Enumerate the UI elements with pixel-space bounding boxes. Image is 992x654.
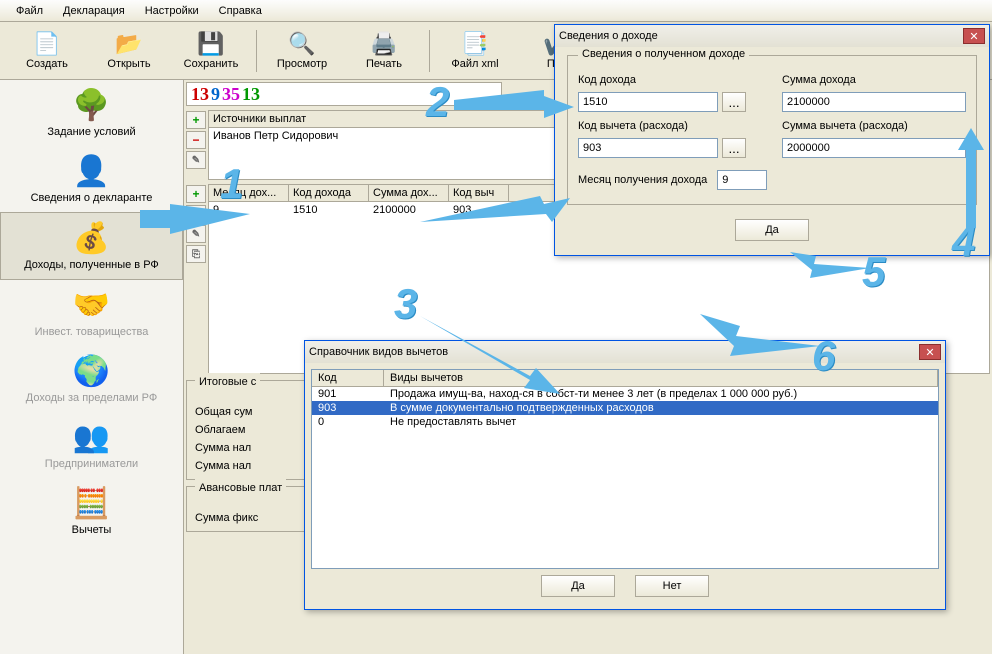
deduction-code-lookup-button[interactable]: ... xyxy=(722,138,746,158)
reference-ok-button[interactable]: Да xyxy=(541,575,615,597)
menu-help[interactable]: Справка xyxy=(209,3,272,19)
person-icon: 👤 xyxy=(73,154,110,188)
sidebar-item-income-rf[interactable]: 💰Доходы, полученные в РФ xyxy=(0,212,183,280)
annotation-6: 6 xyxy=(812,332,835,380)
advance-group: Авансовые плат Сумма фикс xyxy=(186,486,316,532)
xml-button[interactable]: 📑Файл xml xyxy=(434,24,516,78)
open-button[interactable]: 📂Открыть xyxy=(88,24,170,78)
close-icon[interactable]: ✕ xyxy=(963,28,985,44)
business-icon: 👥 xyxy=(73,420,110,454)
reference-row[interactable]: 0 Не предоставлять вычет xyxy=(312,415,938,429)
globe-money-icon: 🌍 xyxy=(73,354,110,388)
save-button[interactable]: 💾Сохранить xyxy=(170,24,252,78)
rate-13-tab[interactable]: 13 xyxy=(191,84,209,105)
add-source-button[interactable]: + xyxy=(186,111,206,129)
annotation-5: 5 xyxy=(862,248,885,296)
deduction-sum-input[interactable] xyxy=(782,138,966,158)
tree-icon: 🌳 xyxy=(73,88,110,122)
summary-line: Облагаем xyxy=(195,421,307,439)
income-fieldset: Сведения о полученном доходе Код дохода … xyxy=(567,55,977,205)
income-code-lookup-button[interactable]: ... xyxy=(722,92,746,112)
floppy-icon: 💾 xyxy=(197,32,225,56)
calculator-icon: 🧮 xyxy=(73,486,110,520)
income-dialog: Сведения о доходе ✕ Сведения о полученно… xyxy=(554,24,990,256)
sidebar: 🌳Задание условий 👤Сведения о декларанте … xyxy=(0,80,184,654)
month-input[interactable] xyxy=(717,170,767,190)
annotation-3: 3 xyxy=(394,280,417,328)
income-sum-input[interactable] xyxy=(782,92,966,112)
edit-income-button[interactable]: ✎ xyxy=(186,225,206,243)
sidebar-item-deductions[interactable]: 🧮Вычеты xyxy=(0,478,183,544)
folder-open-icon: 📂 xyxy=(115,32,143,56)
add-income-button[interactable]: + xyxy=(186,185,206,203)
reference-row-selected[interactable]: 903 В сумме документально подтвержденных… xyxy=(312,401,938,415)
reference-row[interactable]: 901 Продажа имущ-ва, наход-ся в собст-ти… xyxy=(312,387,938,401)
menu-settings[interactable]: Настройки xyxy=(135,3,209,19)
summary-title: Итоговые с xyxy=(195,373,260,391)
rate-13b-tab[interactable]: 13 xyxy=(242,84,260,105)
remove-income-button[interactable]: − xyxy=(186,205,206,223)
deduction-code-label: Код вычета (расхода) xyxy=(578,120,762,132)
income-dialog-titlebar[interactable]: Сведения о доходе ✕ xyxy=(555,25,989,47)
new-document-icon: 📄 xyxy=(33,32,61,56)
advance-line: Сумма фикс xyxy=(195,509,307,527)
sidebar-item-conditions[interactable]: 🌳Задание условий xyxy=(0,80,183,146)
income-code-label: Код дохода xyxy=(578,74,762,86)
reference-dialog-titlebar[interactable]: Справочник видов вычетов ✕ xyxy=(305,341,945,363)
col-code[interactable]: Код дохода xyxy=(289,185,369,201)
dialog-title: Сведения о доходе xyxy=(559,30,658,42)
summary-line: Общая сум xyxy=(195,403,307,421)
sidebar-item-income-foreign[interactable]: 🌍Доходы за пределами РФ xyxy=(0,346,183,412)
income-ok-button[interactable]: Да xyxy=(735,219,809,241)
sidebar-item-invest[interactable]: 🤝Инвест. товарищества xyxy=(0,280,183,346)
menubar: Файл Декларация Настройки Справка xyxy=(0,0,992,22)
sources-tools: + − ✎ xyxy=(186,110,208,180)
summary-line: Сумма нал xyxy=(195,457,307,475)
xml-file-icon: 📑 xyxy=(461,32,489,56)
edit-source-button[interactable]: ✎ xyxy=(186,151,206,169)
menu-file[interactable]: Файл xyxy=(6,3,53,19)
magnify-doc-icon: 🔍 xyxy=(288,32,316,56)
annotation-1: 1 xyxy=(220,160,243,208)
menu-declaration[interactable]: Декларация xyxy=(53,3,135,19)
rate-tabs[interactable]: 13 9 35 13 xyxy=(186,82,502,106)
summary-group: Итоговые с Общая сум Облагаем Сумма нал … xyxy=(186,380,316,480)
deduction-code-input[interactable] xyxy=(578,138,718,158)
deduction-sum-label: Сумма вычета (расхода) xyxy=(782,120,966,132)
sidebar-item-declarant[interactable]: 👤Сведения о декларанте xyxy=(0,146,183,212)
income-sum-label: Сумма дохода xyxy=(782,74,966,86)
dialog-title: Справочник видов вычетов xyxy=(309,346,448,358)
ref-col-code[interactable]: Код xyxy=(312,370,384,386)
create-button[interactable]: 📄Создать xyxy=(6,24,88,78)
rate-9-tab[interactable]: 9 xyxy=(211,84,220,105)
print-button[interactable]: 🖨️Печать xyxy=(343,24,425,78)
reference-no-button[interactable]: Нет xyxy=(635,575,709,597)
reference-grid[interactable]: Код Виды вычетов 901 Продажа имущ-ва, на… xyxy=(311,369,939,569)
month-label: Месяц получения дохода xyxy=(578,174,707,186)
preview-button[interactable]: 🔍Просмотр xyxy=(261,24,343,78)
annotation-2: 2 xyxy=(426,78,449,126)
coins-icon: 💰 xyxy=(73,221,110,255)
annotation-4: 4 xyxy=(952,218,975,266)
reference-dialog: Справочник видов вычетов ✕ Код Виды выче… xyxy=(304,340,946,610)
col-sum[interactable]: Сумма дох... xyxy=(369,185,449,201)
remove-source-button[interactable]: − xyxy=(186,131,206,149)
income-tools: + − ✎ ⎘ xyxy=(186,184,208,374)
income-code-input[interactable] xyxy=(578,92,718,112)
col-deduction[interactable]: Код выч xyxy=(449,185,509,201)
rate-35-tab[interactable]: 35 xyxy=(222,84,240,105)
ref-col-name[interactable]: Виды вычетов xyxy=(384,370,938,386)
printer-icon: 🖨️ xyxy=(370,32,398,56)
handshake-icon: 🤝 xyxy=(73,288,110,322)
copy-income-button[interactable]: ⎘ xyxy=(186,245,206,263)
close-icon[interactable]: ✕ xyxy=(919,344,941,360)
summary-line: Сумма нал xyxy=(195,439,307,457)
advance-title: Авансовые плат xyxy=(195,479,286,497)
fieldset-title: Сведения о полученном доходе xyxy=(578,48,749,60)
sidebar-item-entrepreneurs[interactable]: 👥Предприниматели xyxy=(0,412,183,478)
